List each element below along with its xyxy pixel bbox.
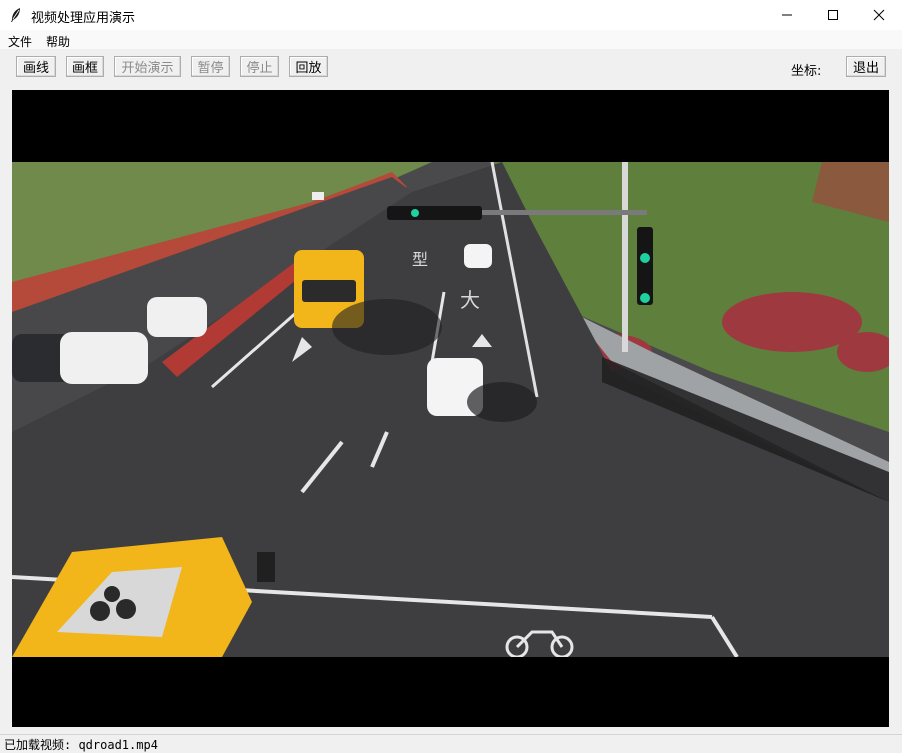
draw-line-button[interactable]: 画线	[16, 56, 56, 77]
maximize-icon	[828, 10, 838, 20]
status-bar: 已加载视频: qdroad1.mp4	[0, 734, 902, 753]
close-icon	[873, 9, 885, 21]
maximize-button[interactable]	[810, 0, 856, 30]
replay-button[interactable]: 回放	[289, 56, 328, 77]
menu-bar: 文件 帮助	[0, 30, 902, 49]
status-text: 已加载视频: qdroad1.mp4	[4, 738, 158, 752]
road-marking-text: 大	[460, 288, 480, 312]
pause-button[interactable]: 暂停	[191, 56, 230, 77]
video-frame-image: 型 大	[12, 162, 889, 657]
minimize-icon	[782, 14, 792, 16]
video-canvas[interactable]: 型 大	[12, 90, 889, 727]
stop-button[interactable]: 停止	[240, 56, 279, 77]
road-marking-text: 型	[412, 250, 428, 269]
close-button[interactable]	[856, 0, 902, 30]
toolbar: 画线 画框 开始演示 暂停 停止 回放 坐标: 退出	[0, 49, 902, 89]
minimize-button[interactable]	[764, 0, 810, 30]
draw-box-button[interactable]: 画框	[66, 56, 104, 77]
start-demo-button[interactable]: 开始演示	[114, 56, 181, 77]
title-bar: 视频处理应用演示	[0, 0, 902, 30]
menu-file[interactable]: 文件	[8, 33, 32, 50]
window-title: 视频处理应用演示	[31, 11, 136, 26]
exit-button[interactable]: 退出	[846, 56, 886, 77]
feather-icon	[11, 8, 20, 22]
coordinate-label: 坐标:	[791, 64, 822, 79]
menu-help[interactable]: 帮助	[46, 33, 70, 50]
